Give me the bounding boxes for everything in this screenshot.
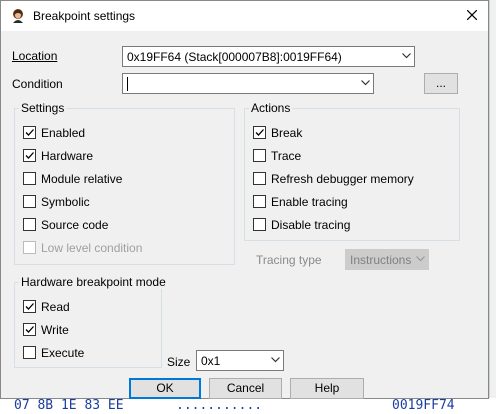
actions-checkbox-label: Break [271,126,303,140]
chevron-down-icon [271,357,280,363]
tracing-type-value: Instructions [350,253,412,267]
checkbox-box[interactable] [23,218,36,231]
settings-checkbox-label: Module relative [41,172,123,186]
hw-mode-checkbox-write[interactable]: Write [23,322,223,338]
actions-checkbox-refresh-debugger-memory[interactable]: Refresh debugger memory [253,171,453,187]
actions-checkbox-label: Trace [271,149,302,163]
settings-checkbox-label: Enabled [41,126,86,140]
location-label-text: Location [12,49,58,63]
checkmark-icon[interactable] [23,323,36,336]
actions-checkbox-disable-tracing[interactable]: Disable tracing [253,217,453,233]
tracing-type-label: Tracing type [256,253,322,267]
title-bar: Breakpoint settings [1,1,488,31]
text-caret [127,77,128,91]
hw-mode-checkbox-execute[interactable]: Execute [23,345,223,361]
checkmark-icon[interactable] [23,300,36,313]
hw-mode-checkbox-label: Read [41,300,70,314]
chevron-down-icon [402,53,411,59]
settings-checkbox-enabled[interactable]: Enabled [23,125,223,141]
background-disassembly: 07 8B 1E 83 EE ........... 0019FF74 [0,398,496,414]
background-hex-bytes: 07 8B 1E 83 EE [14,398,124,413]
app-icon [10,8,26,24]
checkbox-box[interactable] [253,172,266,185]
background-address: 0019FF74 [392,398,455,413]
background-dots: ........... [176,398,263,413]
settings-checkbox-source-code[interactable]: Source code [23,217,223,233]
checkmark-icon[interactable] [253,126,266,139]
actions-checkbox-break[interactable]: Break [253,125,453,141]
checkbox-box[interactable] [23,195,36,208]
hw-mode-checkbox-read[interactable]: Read [23,299,223,315]
location-value: 0x19FF64 (Stack[000007B8]:0019FF64) [127,50,342,64]
size-label: Size [167,355,191,369]
help-button[interactable]: Help [290,378,364,399]
settings-checkbox-module-relative[interactable]: Module relative [23,171,223,187]
location-label: Location [12,49,57,63]
tracing-type-combo[interactable]: Instructions [345,249,429,270]
settings-checkbox-symbolic[interactable]: Symbolic [23,194,223,210]
breakpoint-settings-dialog: Breakpoint settings Location 0x19FF64 (S… [0,0,489,399]
condition-input[interactable] [122,73,374,94]
checkmark-icon[interactable] [23,126,36,139]
checkbox-box[interactable] [253,195,266,208]
settings-checkbox-label: Symbolic [41,195,90,209]
checkbox-box[interactable] [23,346,36,359]
checkbox-box[interactable] [253,218,266,231]
window-title: Breakpoint settings [33,9,136,23]
close-button[interactable] [459,5,485,27]
location-combo[interactable]: 0x19FF64 (Stack[000007B8]:0019FF64) [122,46,415,67]
hw-mode-checkbox-label: Execute [41,346,85,360]
checkmark-icon[interactable] [23,149,36,162]
checkbox-box[interactable] [23,172,36,185]
settings-checkbox-label: Source code [41,218,109,232]
actions-checkbox-label: Disable tracing [271,218,351,232]
actions-checkbox-enable-tracing[interactable]: Enable tracing [253,194,453,210]
settings-checkbox-label: Low level condition [41,241,143,255]
settings-group-title: Settings [19,101,67,115]
actions-checkbox-trace[interactable]: Trace [253,148,453,164]
settings-checkbox-low-level-condition: Low level condition [23,240,223,256]
cancel-button[interactable]: Cancel [209,378,282,399]
checkbox-box[interactable] [23,241,36,254]
actions-checkbox-label: Refresh debugger memory [271,172,414,186]
background-window-edge [490,0,496,414]
size-value: 0x1 [201,354,221,368]
actions-group-title: Actions [249,101,293,115]
close-icon [466,9,478,21]
chevron-down-icon [416,256,425,262]
actions-checkbox-label: Enable tracing [271,195,348,209]
chevron-down-icon [361,80,370,86]
size-combo[interactable]: 0x1 [196,350,284,371]
condition-label: Condition [12,77,63,91]
hw-mode-group-title: Hardware breakpoint mode [19,275,168,289]
ok-button[interactable]: OK [129,378,201,399]
hw-mode-checkbox-label: Write [41,323,69,337]
settings-checkbox-hardware[interactable]: Hardware [23,148,223,164]
checkbox-box[interactable] [253,149,266,162]
settings-checkbox-label: Hardware [41,149,94,163]
condition-browse-button[interactable]: ... [424,73,458,94]
